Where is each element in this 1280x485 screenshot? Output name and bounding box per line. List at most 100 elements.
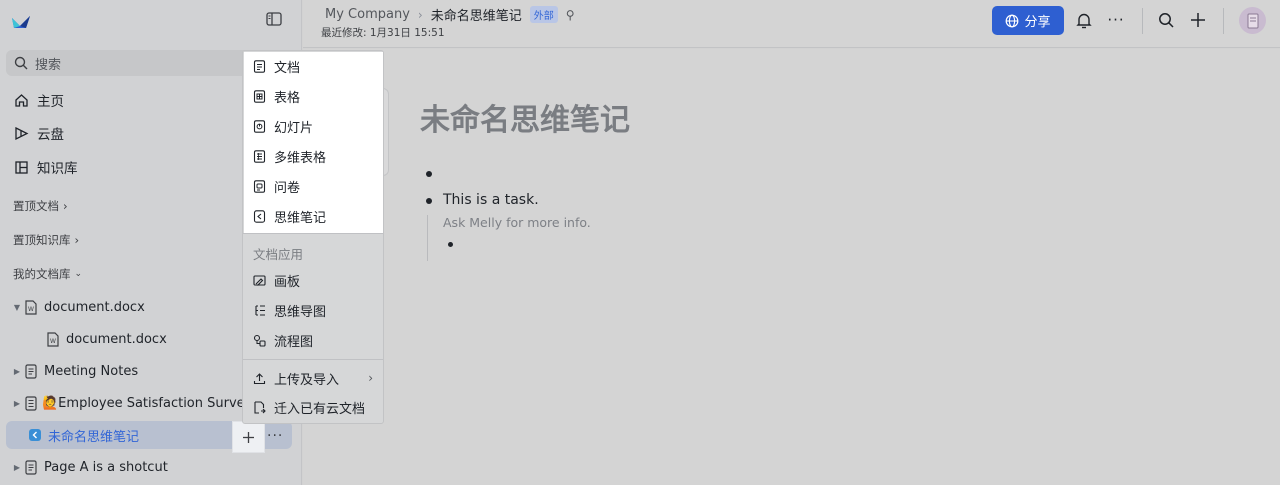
pin-icon[interactable]: ⚲ — [566, 8, 575, 22]
whiteboard-icon — [253, 274, 266, 287]
menu-item-move-in[interactable]: 迁入已有云文档 — [243, 392, 383, 422]
doc-icon — [24, 459, 38, 475]
form-icon — [253, 179, 266, 193]
bullet-point[interactable] — [448, 242, 453, 247]
tree-item-label: Page A is a shotcut — [44, 459, 168, 475]
tree-item-label: 未命名思维笔记 — [48, 429, 140, 445]
menu-item-upload-import[interactable]: 上传及导入 › — [243, 363, 383, 393]
menu-item-mind-note[interactable]: 思维笔记 — [243, 201, 383, 231]
mindmap-icon — [253, 304, 266, 317]
word-doc-icon: W — [24, 299, 38, 315]
task-text[interactable]: This is a task. — [443, 192, 539, 208]
create-new-menu: 文档 表格 幻灯片 多维表格 问卷 思维笔记 文档应用 画板 思维导图 流程图 … — [242, 50, 384, 424]
nav-wiki-label: 知识库 — [37, 161, 78, 177]
menu-item-whiteboard[interactable]: 画板 — [243, 265, 383, 295]
sheet-icon — [253, 89, 266, 103]
header: My Company › 未命名思维笔记 外部 ⚲ 最近修改: 1月31日 15… — [303, 0, 1280, 48]
tree-item-page-a-shortcut[interactable]: ▶ Page A is a shotcut — [6, 453, 296, 481]
menu-item-label: 文档 — [274, 60, 301, 76]
slides-icon — [253, 119, 266, 133]
external-badge: 外部 — [529, 6, 558, 23]
menu-item-sheet[interactable]: 表格 — [243, 81, 383, 111]
mind-note-icon — [253, 209, 266, 223]
globe-icon — [1006, 14, 1019, 27]
cloud-drive-icon — [15, 126, 29, 140]
menu-item-mindmap[interactable]: 思维导图 — [243, 295, 383, 325]
add-child-button[interactable] — [232, 421, 265, 453]
menu-divider — [243, 233, 383, 234]
chevron-right-icon: › — [63, 199, 68, 213]
document-area: 未命名思维笔记 This is a task. Ask Melly for mo… — [303, 49, 1280, 485]
section-pinned-docs[interactable]: 置顶文档 › — [13, 198, 68, 214]
more-icon[interactable]: ··· — [1106, 10, 1126, 30]
doc-icon — [24, 363, 38, 379]
home-icon — [15, 93, 28, 107]
search-label: 搜索 — [35, 57, 62, 73]
section-pinned-wiki-label: 置顶知识库 — [13, 233, 71, 247]
breadcrumb: My Company › 未命名思维笔记 外部 ⚲ — [325, 5, 575, 24]
menu-item-slides[interactable]: 幻灯片 — [243, 111, 383, 141]
menu-item-base[interactable]: 多维表格 — [243, 141, 383, 171]
bullet-point[interactable] — [426, 198, 432, 204]
menu-divider — [243, 359, 383, 360]
page-title[interactable]: 未命名思维笔记 — [420, 95, 630, 139]
survey-icon — [24, 395, 38, 411]
avatar[interactable] — [1239, 7, 1266, 34]
chevron-right-icon: › — [368, 371, 373, 385]
chevron-right-icon: › — [74, 233, 80, 247]
menu-item-label: 思维笔记 — [274, 210, 327, 226]
menu-item-doc[interactable]: 文档 — [243, 51, 383, 81]
caret-right-icon[interactable]: ▶ — [10, 367, 24, 376]
tree-item-label: document.docx — [44, 299, 145, 315]
mind-note-icon — [28, 428, 42, 443]
caret-down-icon[interactable]: ▼ — [10, 303, 24, 312]
app-logo-icon[interactable] — [10, 10, 32, 32]
menu-item-label: 思维导图 — [274, 304, 327, 320]
bell-icon[interactable] — [1074, 10, 1094, 30]
breadcrumb-company[interactable]: My Company — [325, 7, 410, 22]
upload-icon — [253, 372, 266, 385]
flowchart-icon — [253, 334, 266, 347]
menu-item-flowchart[interactable]: 流程图 — [243, 325, 383, 355]
caret-right-icon[interactable]: ▶ — [10, 463, 24, 472]
divider — [1223, 8, 1224, 34]
more-options-icon[interactable]: ··· — [267, 428, 283, 444]
caret-right-icon[interactable]: ▶ — [10, 399, 24, 408]
base-icon — [253, 149, 266, 163]
section-pinned-wiki[interactable]: 置顶知识库 › — [13, 232, 79, 248]
nav-home-label: 主页 — [37, 94, 64, 110]
menu-item-form[interactable]: 问卷 — [243, 171, 383, 201]
doc-icon — [253, 59, 266, 73]
collapse-sidebar-icon[interactable] — [266, 12, 284, 28]
task-note[interactable]: Ask Melly for more info. — [443, 215, 591, 230]
section-pinned-docs-label: 置顶文档 — [13, 199, 59, 213]
menu-section-header: 文档应用 — [253, 247, 304, 262]
menu-item-label: 画板 — [274, 274, 301, 290]
indent-line — [427, 215, 428, 261]
share-label: 分享 — [1024, 15, 1051, 30]
bullet-point[interactable] — [426, 171, 432, 177]
tree-item-label: 🙋Employee Satisfaction Survey — [42, 395, 253, 411]
nav-cloud-drive-label: 云盘 — [37, 127, 64, 143]
last-modified: 最近修改: 1月31日 15:51 — [321, 27, 445, 39]
search-icon — [14, 56, 28, 70]
menu-item-label: 迁入已有云文档 — [274, 401, 366, 417]
svg-text:W: W — [50, 338, 56, 345]
menu-item-label: 多维表格 — [274, 150, 327, 166]
section-my-library-label: 我的文档库 — [13, 267, 71, 281]
search-icon[interactable] — [1156, 10, 1176, 30]
chevron-down-icon: ⌄ — [74, 269, 83, 279]
menu-item-label: 上传及导入 — [274, 372, 340, 388]
plus-icon[interactable] — [1188, 10, 1208, 30]
tree-item-label: Meeting Notes — [44, 363, 139, 379]
share-button[interactable]: 分享 — [992, 6, 1064, 35]
section-my-library[interactable]: 我的文档库 ⌄ — [13, 266, 82, 282]
svg-text:W: W — [28, 306, 34, 313]
menu-item-label: 问卷 — [274, 180, 301, 196]
chevron-right-icon: › — [417, 7, 423, 22]
menu-item-label: 幻灯片 — [274, 120, 314, 136]
plus-icon — [243, 431, 254, 443]
word-doc-icon: W — [46, 331, 60, 347]
move-in-doc-icon — [253, 400, 266, 414]
breadcrumb-doc-name[interactable]: 未命名思维笔记 — [431, 5, 522, 24]
